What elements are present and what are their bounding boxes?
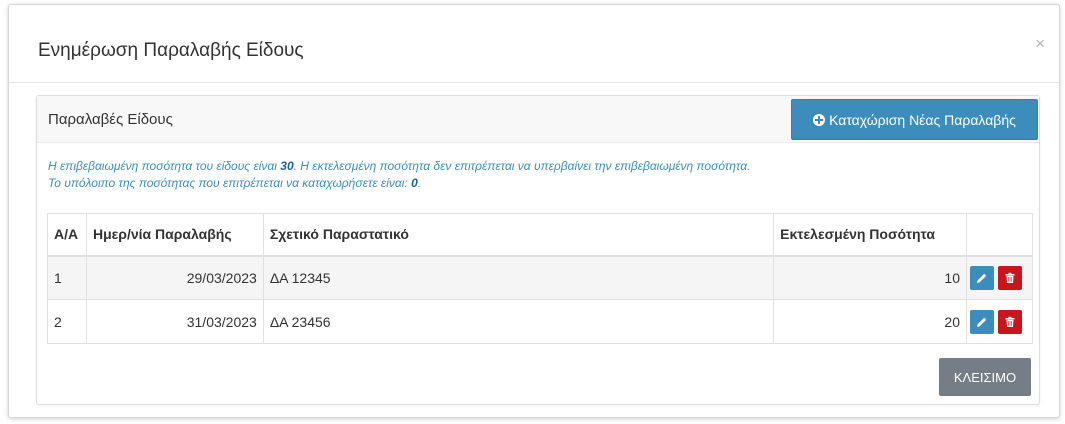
table-row: 1 29/03/2023 ΔΑ 12345 10	[47, 255, 1034, 300]
cell-executed-quantity: 10	[773, 255, 967, 300]
cell-receipt-date: 31/03/2023	[85, 299, 264, 344]
delete-button[interactable]	[997, 265, 1022, 290]
cell-related-document: ΔΑ 23456	[262, 299, 775, 344]
cell-aa: 2	[47, 299, 87, 344]
receipts-table: Α/Α Ημερ/νία Παραλαβής Σχετικό Παραστατι…	[47, 213, 1034, 344]
confirmed-quantity: 30	[280, 159, 294, 173]
close-button[interactable]: ΚΛΕΙΣΙΜΟ	[939, 358, 1031, 396]
table-row: 2 31/03/2023 ΔΑ 23456 20	[47, 299, 1034, 344]
add-new-receipt-label: Καταχώριση Νέας Παραλαβής	[829, 111, 1016, 128]
info-line-1-text-b: . Η εκτελεσμένη ποσότητα δεν επιτρέπεται…	[293, 159, 751, 173]
header-receipt-date: Ημερ/νία Παραλαβής	[85, 213, 264, 257]
info-line-1: Η επιβεβαιωμένη ποσότητα του είδους είνα…	[48, 158, 750, 175]
info-line-2: Το υπόλοιπο της ποσότητας που επιτρέπετα…	[48, 175, 750, 192]
cell-actions	[965, 255, 1034, 300]
pencil-icon	[976, 273, 987, 283]
info-line-2-text-a: Το υπόλοιπο της ποσότητας που επιτρέπετα…	[48, 176, 412, 190]
header-actions	[965, 213, 1034, 257]
trash-icon	[1005, 272, 1015, 283]
info-line-2-text-b: .	[417, 176, 422, 190]
pencil-icon	[976, 317, 987, 327]
cell-actions	[965, 299, 1034, 344]
delete-button[interactable]	[997, 309, 1022, 334]
cell-receipt-date: 29/03/2023	[85, 255, 264, 300]
plus-circle-icon	[813, 113, 826, 126]
header-aa: Α/Α	[47, 213, 87, 257]
header-related-document: Σχετικό Παραστατικό	[262, 213, 775, 257]
trash-icon	[1005, 316, 1015, 327]
panel-heading: Παραλαβές Είδους Καταχώριση Νέας Παραλαβ…	[37, 96, 1039, 143]
cell-related-document: ΔΑ 12345	[262, 255, 775, 300]
edit-button[interactable]	[969, 309, 994, 334]
info-message: Η επιβεβαιωμένη ποσότητα του είδους είνα…	[48, 158, 750, 192]
table-header-row: Α/Α Ημερ/νία Παραλαβής Σχετικό Παραστατι…	[47, 213, 1034, 257]
close-icon[interactable]: ×	[1035, 35, 1045, 52]
modal-header: Ενημέρωση Παραλαβής Είδους ×	[9, 5, 1059, 83]
info-line-1-text-a: Η επιβεβαιωμένη ποσότητα του είδους είνα…	[48, 159, 281, 173]
cell-executed-quantity: 20	[773, 299, 967, 344]
remaining-quantity: 0	[411, 176, 418, 190]
add-new-receipt-button[interactable]: Καταχώριση Νέας Παραλαβής	[791, 99, 1038, 140]
modal-title: Ενημέρωση Παραλαβής Είδους	[38, 40, 304, 61]
edit-button[interactable]	[969, 265, 994, 290]
update-receipt-modal: Ενημέρωση Παραλαβής Είδους × Παραλαβές Ε…	[8, 4, 1060, 418]
receipts-panel: Παραλαβές Είδους Καταχώριση Νέας Παραλαβ…	[36, 95, 1040, 405]
panel-title: Παραλαβές Είδους	[48, 111, 173, 128]
cell-aa: 1	[47, 255, 87, 300]
header-executed-quantity: Εκτελεσμένη Ποσότητα	[773, 213, 967, 257]
